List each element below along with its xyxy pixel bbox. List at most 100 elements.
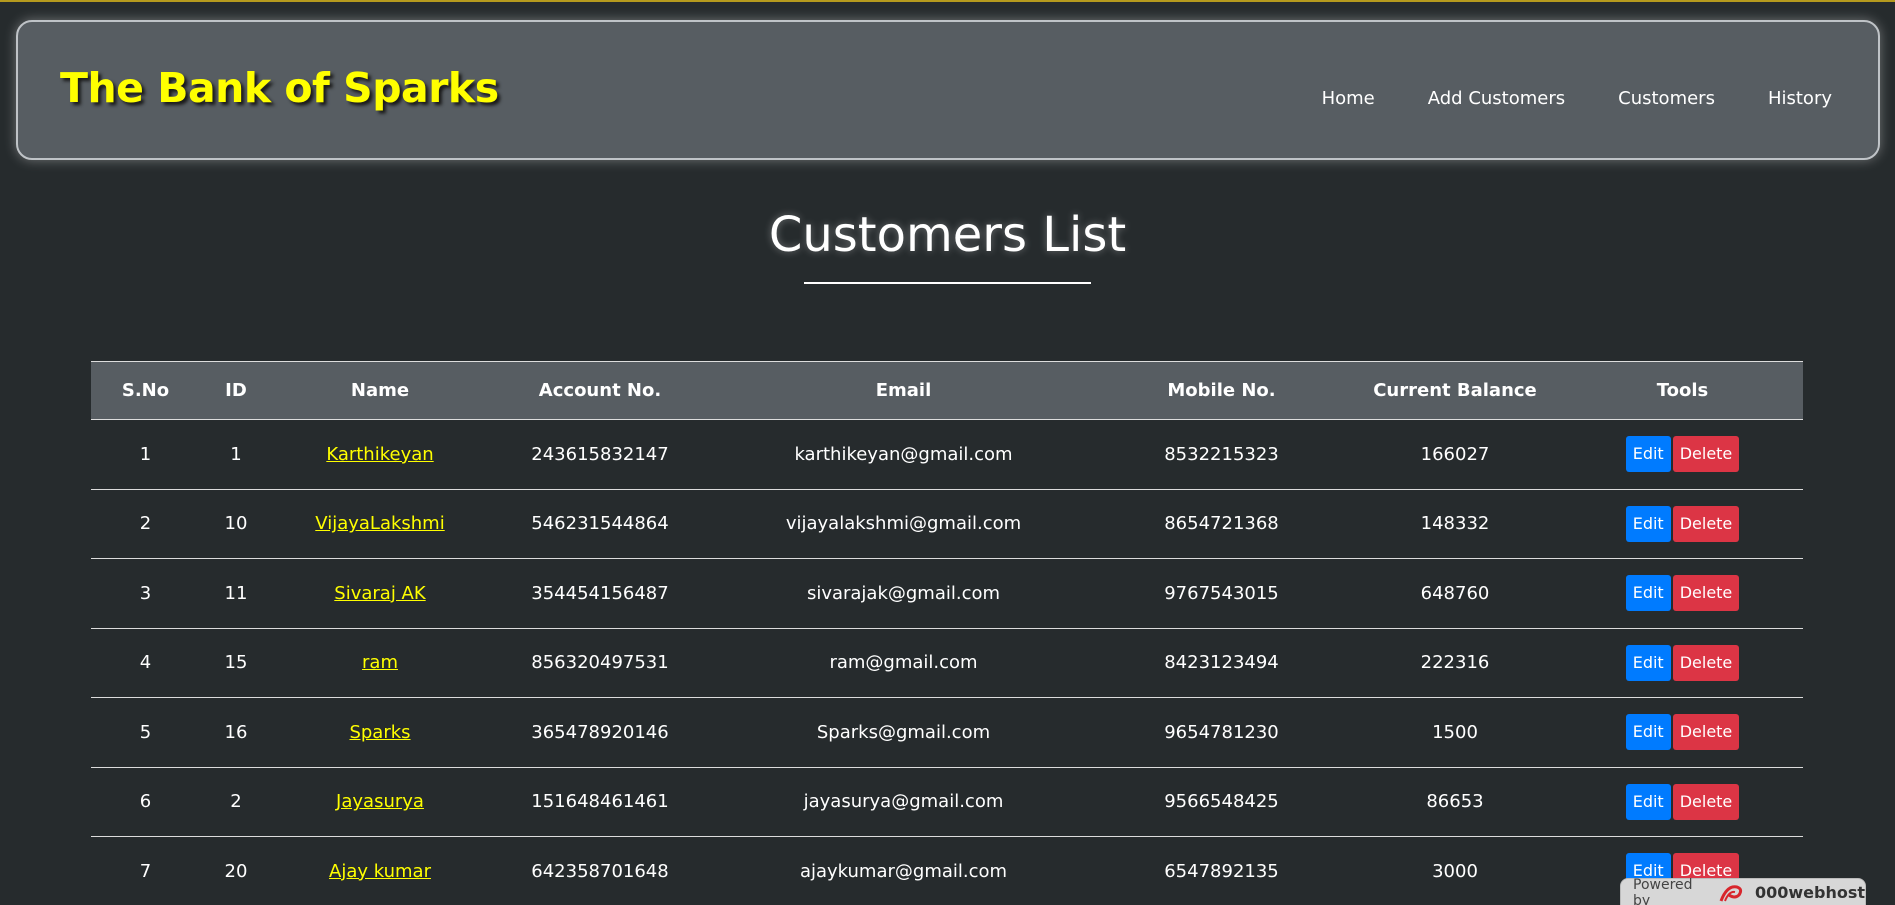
cell-current-balance: 148332 bbox=[1348, 489, 1562, 559]
cell-tools: Edit Delete bbox=[1562, 558, 1803, 629]
edit-button[interactable]: Edit bbox=[1625, 783, 1671, 820]
cell-id: 2 bbox=[200, 767, 272, 837]
cell-email: jayasurya@gmail.com bbox=[712, 767, 1095, 837]
delete-button[interactable]: Delete bbox=[1672, 783, 1740, 820]
delete-button[interactable]: Delete bbox=[1672, 436, 1740, 473]
cell-sno: 5 bbox=[91, 697, 200, 768]
customer-name-link[interactable]: Karthikeyan bbox=[326, 444, 433, 465]
cell-mobile-no: 9767543015 bbox=[1095, 558, 1348, 629]
brand-logo[interactable]: The Bank of Sparks bbox=[60, 64, 499, 112]
col-mobile-no: Mobile No. bbox=[1095, 361, 1348, 420]
cell-current-balance: 86653 bbox=[1348, 767, 1562, 837]
customers-table: S.No ID Name Account No. Email Mobile No… bbox=[91, 361, 1803, 905]
cell-account-no: 642358701648 bbox=[488, 836, 712, 905]
cell-tools: Edit Delete bbox=[1562, 419, 1803, 490]
cell-tools: Edit Delete bbox=[1562, 697, 1803, 768]
table-row: 2 10 VijayaLakshmi 546231544864 vijayalakshm… bbox=[91, 489, 1803, 559]
cell-id: 20 bbox=[200, 836, 272, 905]
cell-name: Ajay kumar bbox=[272, 836, 488, 905]
edit-button[interactable]: Edit bbox=[1625, 505, 1671, 542]
table-row: 5 16 Sparks 365478920146 Sparks@gmail.com 965… bbox=[91, 697, 1803, 768]
cell-mobile-no: 8423123494 bbox=[1095, 628, 1348, 698]
delete-button[interactable]: Delete bbox=[1672, 505, 1740, 542]
col-email: Email bbox=[712, 361, 1095, 420]
edit-button[interactable]: Edit bbox=[1625, 714, 1671, 751]
cell-tools: Edit Delete bbox=[1562, 767, 1803, 837]
table-row: 1 1 Karthikeyan 243615832147 karthikeyan@gma… bbox=[91, 419, 1803, 490]
table-row: 3 11 Sivaraj AK 354454156487 sivarajak@gmail… bbox=[91, 558, 1803, 629]
cell-id: 10 bbox=[200, 489, 272, 559]
delete-button[interactable]: Delete bbox=[1672, 575, 1740, 612]
cell-id: 15 bbox=[200, 628, 272, 698]
col-name: Name bbox=[272, 361, 488, 420]
cell-account-no: 354454156487 bbox=[488, 558, 712, 629]
cell-email: ram@gmail.com bbox=[712, 628, 1095, 698]
cell-sno: 3 bbox=[91, 558, 200, 629]
page-title: Customers List bbox=[768, 207, 1127, 263]
cell-account-no: 151648461461 bbox=[488, 767, 712, 837]
cell-current-balance: 3000 bbox=[1348, 836, 1562, 905]
customer-name-link[interactable]: VijayaLakshmi bbox=[315, 513, 444, 534]
cell-mobile-no: 9566548425 bbox=[1095, 767, 1348, 837]
cell-sno: 1 bbox=[91, 419, 200, 490]
cell-name: Sivaraj AK bbox=[272, 558, 488, 629]
cell-email: karthikeyan@gmail.com bbox=[712, 419, 1095, 490]
cell-account-no: 365478920146 bbox=[488, 697, 712, 768]
cell-mobile-no: 8654721368 bbox=[1095, 489, 1348, 559]
cell-tools: Edit Delete bbox=[1562, 628, 1803, 698]
col-tools: Tools bbox=[1562, 361, 1803, 420]
cell-account-no: 546231544864 bbox=[488, 489, 712, 559]
customer-name-link[interactable]: Ajay kumar bbox=[329, 861, 431, 882]
nav-customers[interactable]: Customers bbox=[1618, 88, 1715, 109]
cell-current-balance: 166027 bbox=[1348, 419, 1562, 490]
000webhost-logo-icon bbox=[1719, 883, 1747, 903]
nav-history[interactable]: History bbox=[1768, 88, 1832, 109]
edit-button[interactable]: Edit bbox=[1625, 436, 1671, 473]
col-current-balance: Current Balance bbox=[1348, 361, 1562, 420]
cell-current-balance: 648760 bbox=[1348, 558, 1562, 629]
site-header: The Bank of Sparks Home Add Customers Cu… bbox=[16, 20, 1880, 160]
cell-name: VijayaLakshmi bbox=[272, 489, 488, 559]
table-row: 6 2 Jayasurya 151648461461 jayasurya@gmail.c… bbox=[91, 767, 1803, 837]
cell-email: vijayalakshmi@gmail.com bbox=[712, 489, 1095, 559]
table-row: 4 15 ram 856320497531 ram@gmail.com 842312349… bbox=[91, 628, 1803, 698]
cell-email: Sparks@gmail.com bbox=[712, 697, 1095, 768]
cell-tools: Edit Delete bbox=[1562, 489, 1803, 559]
table-header-row: S.No ID Name Account No. Email Mobile No… bbox=[91, 361, 1803, 420]
nav-home[interactable]: Home bbox=[1322, 88, 1375, 109]
table-body: 1 1 Karthikeyan 243615832147 karthikeyan@gma… bbox=[91, 419, 1803, 905]
title-underline bbox=[804, 282, 1091, 284]
edit-button[interactable]: Edit bbox=[1625, 644, 1671, 681]
cell-name: ram bbox=[272, 628, 488, 698]
main-nav: Home Add Customers Customers History bbox=[1322, 88, 1832, 109]
cell-account-no: 856320497531 bbox=[488, 628, 712, 698]
customer-name-link[interactable]: ram bbox=[362, 652, 398, 673]
customer-name-link[interactable]: Sivaraj AK bbox=[334, 583, 425, 604]
cell-mobile-no: 8532215323 bbox=[1095, 419, 1348, 490]
cell-mobile-no: 9654781230 bbox=[1095, 697, 1348, 768]
table-row: 7 20 Ajay kumar 642358701648 ajaykumar@gmail… bbox=[91, 836, 1803, 905]
cell-email: sivarajak@gmail.com bbox=[712, 558, 1095, 629]
cell-name: Karthikeyan bbox=[272, 419, 488, 490]
cell-current-balance: 1500 bbox=[1348, 697, 1562, 768]
nav-add-customers[interactable]: Add Customers bbox=[1428, 88, 1565, 109]
customer-name-link[interactable]: Jayasurya bbox=[336, 791, 424, 812]
col-account-no: Account No. bbox=[488, 361, 712, 420]
delete-button[interactable]: Delete bbox=[1672, 714, 1740, 751]
cell-sno: 6 bbox=[91, 767, 200, 837]
powered-by-text: Powered by bbox=[1633, 876, 1693, 905]
cell-email: ajaykumar@gmail.com bbox=[712, 836, 1095, 905]
edit-button[interactable]: Edit bbox=[1625, 575, 1671, 612]
cell-id: 16 bbox=[200, 697, 272, 768]
cell-sno: 4 bbox=[91, 628, 200, 698]
customer-name-link[interactable]: Sparks bbox=[349, 722, 410, 743]
cell-name: Jayasurya bbox=[272, 767, 488, 837]
cell-id: 1 bbox=[200, 419, 272, 490]
customers-table-container: S.No ID Name Account No. Email Mobile No… bbox=[91, 361, 1803, 905]
col-sno: S.No bbox=[91, 361, 200, 420]
cell-sno: 2 bbox=[91, 489, 200, 559]
delete-button[interactable]: Delete bbox=[1672, 644, 1740, 681]
cell-current-balance: 222316 bbox=[1348, 628, 1562, 698]
powered-by-badge[interactable]: Powered by 000webhost bbox=[1620, 876, 1866, 905]
cell-account-no: 243615832147 bbox=[488, 419, 712, 490]
